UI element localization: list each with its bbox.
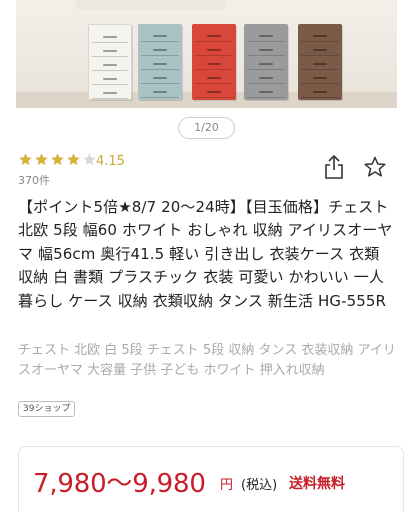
star-filled-icon <box>67 153 80 166</box>
image-pager: 1/20 <box>178 117 235 139</box>
drawer-handle <box>259 35 273 37</box>
drawer-handle <box>207 63 221 65</box>
drawer-handle <box>153 35 167 37</box>
star-empty-icon <box>83 153 96 166</box>
rating-value: 4.15 <box>96 154 125 169</box>
drawer <box>247 30 285 42</box>
drawer-handle <box>259 91 273 93</box>
tax-label: (税込) <box>241 478 278 493</box>
price-card: 7,980～9,980 円 (税込) 送料無料 <box>18 446 404 512</box>
product-title: 【ポイント5倍★8/7 20～24時】【目玉価格】チェスト 北欧 5段 幅60 … <box>18 198 393 310</box>
drawer <box>247 44 285 56</box>
drawer <box>92 59 128 71</box>
drawer <box>141 86 179 98</box>
drawer <box>301 72 339 84</box>
drawer-handle <box>313 35 327 37</box>
drawer-handle <box>207 77 221 79</box>
drawer <box>92 45 128 57</box>
drawer <box>301 58 339 70</box>
drawer <box>195 58 233 70</box>
rating-stars <box>18 152 98 168</box>
drawer <box>247 72 285 84</box>
drawer <box>141 72 179 84</box>
share-icon[interactable] <box>323 154 345 180</box>
drawer <box>301 44 339 56</box>
chest-3 <box>192 24 236 100</box>
drawer-handle <box>103 50 117 52</box>
review-count[interactable]: 370件 <box>18 172 50 188</box>
drawer-handle <box>207 35 221 37</box>
product-page: 1/20 4.15 370件 【ポイント5倍★8/7 20～24時】【目玉価格】… <box>0 0 413 512</box>
price-range: 7,980～9,980 <box>33 469 206 499</box>
drawer-handle <box>313 63 327 65</box>
product-subtitle: チェスト 北欧 白 5段 チェスト 5段 収納 タンス 衣装収納 アイリスオーヤ… <box>18 343 396 378</box>
drawer <box>247 58 285 70</box>
drawer <box>141 30 179 42</box>
drawer-handle <box>259 63 273 65</box>
drawer-handle <box>153 77 167 79</box>
drawer <box>141 44 179 56</box>
drawer <box>141 58 179 70</box>
drawer <box>301 86 339 98</box>
product-image[interactable] <box>16 0 397 108</box>
background-furniture <box>76 0 226 10</box>
drawer <box>301 30 339 42</box>
star-filled-icon <box>19 153 32 166</box>
chest-5 <box>298 24 342 100</box>
star-outline-icon[interactable] <box>363 155 387 179</box>
drawer-handle <box>259 77 273 79</box>
drawer <box>92 73 128 85</box>
drawer-handle <box>103 92 117 94</box>
drawer <box>195 86 233 98</box>
drawer-handle <box>207 91 221 93</box>
chest-2 <box>138 24 182 100</box>
drawer-handle <box>313 77 327 79</box>
drawer <box>195 44 233 56</box>
drawer-handle <box>103 36 117 38</box>
drawer-handle <box>153 91 167 93</box>
star-filled-icon <box>35 153 48 166</box>
chest-4 <box>244 24 288 100</box>
drawer-handle <box>103 64 117 66</box>
drawer-handle <box>259 49 273 51</box>
drawer-handle <box>153 63 167 65</box>
drawer-handle <box>207 49 221 51</box>
star-filled-icon <box>51 153 64 166</box>
drawer <box>247 86 285 98</box>
drawer <box>195 72 233 84</box>
drawer-handle <box>313 49 327 51</box>
free-shipping-label: 送料無料 <box>289 476 345 492</box>
price-currency: 円 <box>220 478 234 493</box>
drawer <box>92 31 128 43</box>
drawer-handle <box>153 49 167 51</box>
drawer <box>92 87 128 99</box>
chest-1 <box>88 24 132 100</box>
drawer-handle <box>313 91 327 93</box>
drawer <box>195 30 233 42</box>
drawer-handle <box>103 78 117 80</box>
shop-badge[interactable]: 39ショップ <box>18 401 76 417</box>
